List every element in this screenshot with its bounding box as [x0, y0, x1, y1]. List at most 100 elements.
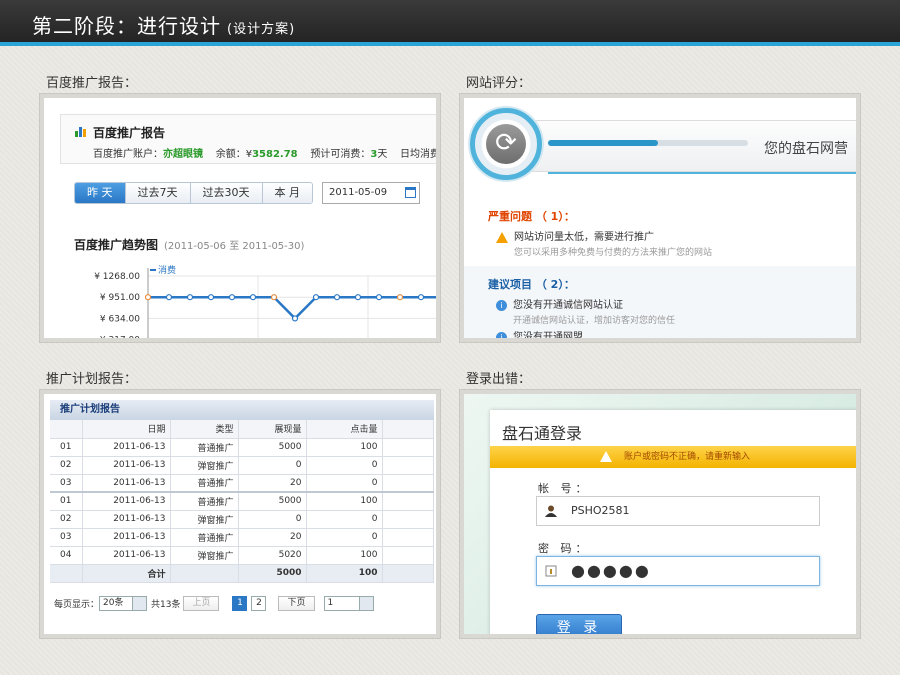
table-cell: 20 — [238, 528, 307, 547]
table-cell: 0 — [238, 510, 307, 529]
table-cell: 展现量 — [238, 420, 307, 439]
y-tick-label: ¥ 634.00 — [100, 314, 140, 324]
chart-title: 百度推广趋势图 (2011-05-06 至 2011-05-30) — [74, 238, 305, 252]
table-cell: 2011-06-13 — [82, 474, 171, 493]
y-tick-label: ¥ 1268.00 — [94, 272, 140, 282]
data-point — [333, 294, 341, 301]
table-row: 04 2011-06-13 弹窗推广 5020 100 — [50, 546, 434, 565]
chart-range: (2011-05-06 至 2011-05-30) — [164, 241, 305, 252]
date-input[interactable]: 2011-05-09 — [322, 182, 420, 204]
table-row: 03 2011-06-13 普通推广 20 0 — [50, 474, 434, 493]
table-cell — [382, 546, 434, 565]
table-cell: 0 — [306, 528, 383, 547]
severe-issue-sub: 您可以采用多种免费与付费的方法来推广您的网站 — [514, 248, 713, 258]
data-point — [354, 294, 362, 301]
table-cell — [382, 492, 434, 511]
data-point — [291, 315, 299, 322]
table-cell: 2011-06-13 — [82, 546, 171, 565]
tab-last-30-days[interactable]: 过去30天 — [190, 183, 263, 203]
table-cell: 02 — [50, 456, 83, 475]
score-progress-fill — [548, 140, 658, 146]
table-cell: 普通推广 — [170, 438, 239, 457]
legend-label: 消费 — [158, 264, 176, 276]
username-label: 帐 号： — [538, 482, 591, 495]
trend-chart: ¥ 1268.00 ¥ 951.00 ¥ 634.00 ¥ 317.00 消费 — [94, 264, 441, 342]
severe-issue-item: 网站访问量太低，需要进行推广 您可以采用多种免费与付费的方法来推广您的网站 — [496, 228, 712, 258]
score-circle: ⟳ — [470, 108, 542, 180]
table-cell: 0 — [306, 510, 383, 529]
score-divider — [548, 172, 856, 174]
table-row: 02 2011-06-13 弹窗推广 0 0 — [50, 456, 434, 475]
data-point — [186, 294, 194, 301]
table-cell — [382, 474, 434, 493]
login-button[interactable]: 登 录 — [536, 614, 622, 634]
section-label-login: 登录出错： — [466, 372, 532, 387]
table-cell: 03 — [50, 528, 83, 547]
page-subtitle: (设计方案) — [227, 22, 296, 37]
table-cell: 5000 — [238, 438, 307, 457]
total-count: 共13条 — [151, 600, 181, 610]
data-point — [165, 294, 173, 301]
username-input[interactable]: PSHO2581 — [536, 496, 820, 526]
table-cell — [50, 564, 83, 583]
plan-table: 日期 类型 展现量 点击量 01 2011-06-13 普通推广 5000 100 02 2011-… — [50, 420, 434, 583]
report-title: 百度推广报告 — [93, 126, 166, 140]
page-1-button[interactable]: 1 — [232, 596, 248, 611]
table-row: 01 2011-06-13 普通推广 5000 100 — [50, 438, 434, 457]
table-cell — [382, 528, 434, 547]
tab-last-7-days[interactable]: 过去7天 — [125, 183, 191, 203]
password-label: 密 码： — [538, 542, 591, 555]
refresh-icon[interactable]: ⟳ — [486, 124, 526, 164]
section-label-plan: 推广计划报告： — [46, 372, 138, 387]
tab-this-month[interactable]: 本 月 — [262, 183, 312, 203]
calendar-icon[interactable] — [405, 187, 416, 198]
table-cell: 2011-06-13 — [82, 492, 171, 511]
table-cell: 04 — [50, 546, 83, 565]
password-input[interactable]: ●●●●● — [536, 556, 820, 586]
jump-page-select[interactable]: 1 — [323, 596, 374, 611]
table-total-row: 合计 5000 100 — [50, 564, 434, 583]
suggestions-title: 建议项目 （ 2）： — [488, 278, 575, 291]
next-page-button[interactable]: 下页 — [278, 596, 315, 611]
data-point — [249, 294, 257, 301]
y-tick-label: ¥ 951.00 — [100, 293, 140, 303]
pager: 每页显示： 20条 共13条 上页 1 2 下页 1 — [54, 596, 374, 611]
table-cell: 03 — [50, 474, 83, 493]
table-cell: 100 — [306, 438, 383, 457]
page-2-button[interactable]: 2 — [251, 596, 267, 611]
data-point — [375, 294, 383, 301]
table-cell — [382, 564, 434, 583]
table-cell: 类型 — [170, 420, 239, 439]
plan-report-panel: 推广计划报告 日期 类型 展现量 点击量 01 2011-06-13 普通推广 5000 100… — [40, 390, 440, 638]
table-cell — [170, 564, 239, 583]
tab-yesterday[interactable]: 昨 天 — [75, 183, 126, 203]
table-cell — [50, 420, 83, 439]
table-cell — [382, 510, 434, 529]
table-row: 03 2011-06-13 普通推广 20 0 — [50, 528, 434, 547]
table-cell: 2011-06-13 — [82, 456, 171, 475]
table-cell: 100 — [306, 564, 383, 583]
period-tabs: 昨 天 过去7天 过去30天 本 月 — [74, 182, 313, 204]
warning-icon — [496, 231, 508, 243]
table-cell: 普通推广 — [170, 492, 239, 511]
table-cell: 100 — [306, 546, 383, 565]
table-cell: 普通推广 — [170, 474, 239, 493]
score-progress-bar — [548, 140, 748, 146]
login-error-banner: 账户或密码不正确，请重新输入 — [490, 446, 856, 468]
table-cell — [382, 456, 434, 475]
login-title: 盘石通登录 — [502, 424, 583, 443]
table-cell: 5020 — [238, 546, 307, 565]
data-point — [440, 295, 441, 300]
table-cell: 合计 — [82, 564, 171, 583]
y-tick-label: ¥ 317.00 — [100, 336, 140, 342]
prev-page-button[interactable]: 上页 — [183, 596, 220, 611]
info-icon: i — [496, 331, 507, 338]
per-page-select[interactable]: 20条 — [99, 596, 148, 611]
login-box: 盘石通登录 账户或密码不正确，请重新输入 帐 号： PSHO2581 密 码： … — [490, 410, 856, 634]
table-cell: 弹窗推广 — [170, 546, 239, 565]
section-label-baidu: 百度推广报告： — [46, 76, 138, 91]
table-cell: 0 — [306, 474, 383, 493]
lock-icon — [545, 565, 557, 577]
report-logo-icon — [75, 127, 86, 137]
table-cell: 2011-06-13 — [82, 438, 171, 457]
